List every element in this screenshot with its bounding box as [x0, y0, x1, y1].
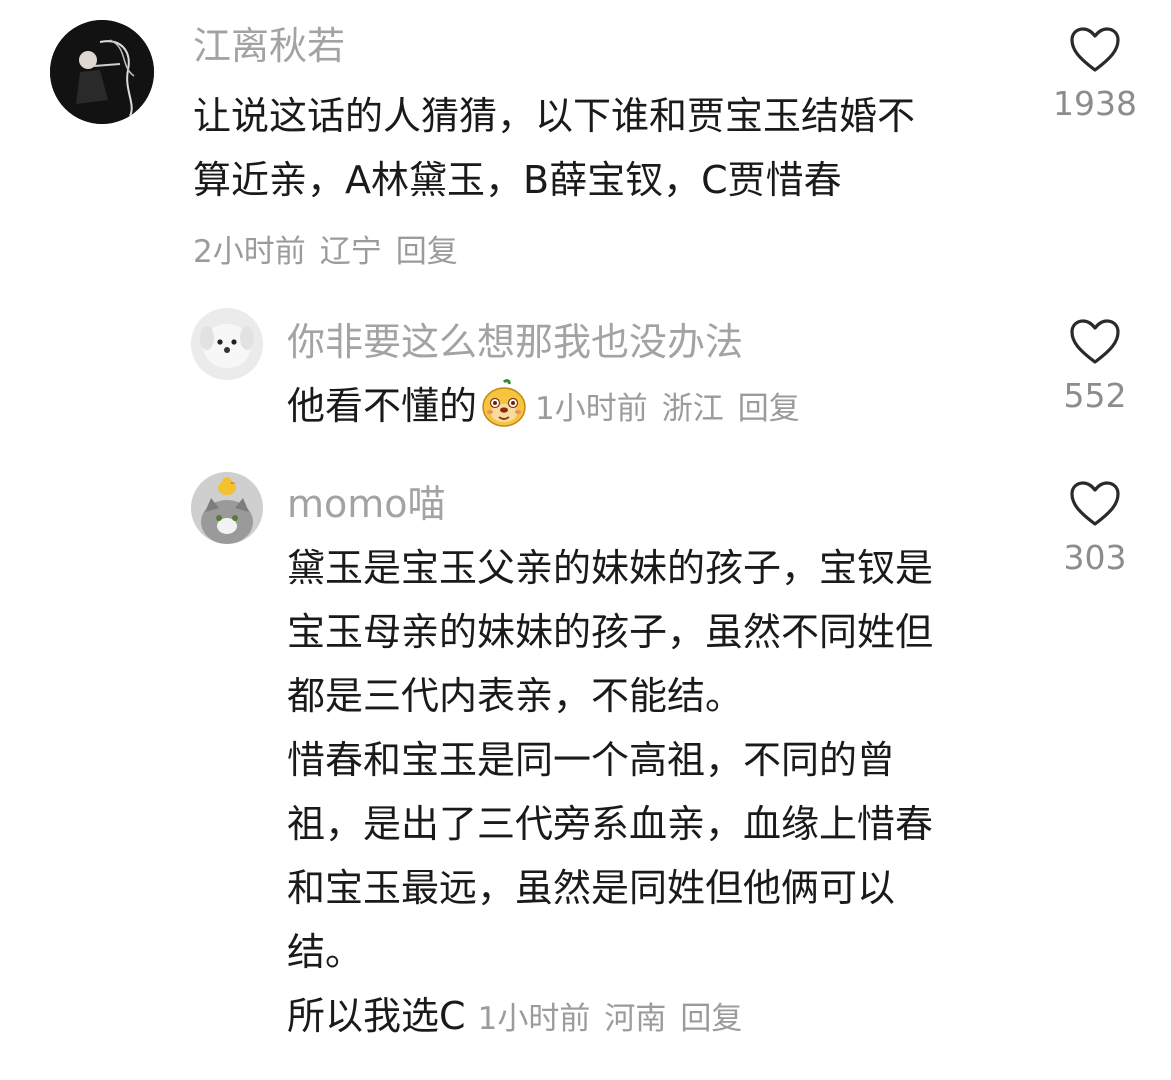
comment-author[interactable]: 江离秋若: [193, 22, 345, 70]
comment-meta: 1小时前 浙江 回复: [535, 391, 814, 427]
avatar-image-icon: [50, 20, 154, 124]
comment-line: 所以我选C: [287, 994, 466, 1038]
comment-line: 宝玉母亲的妹妹的孩子，虽然不同姓但: [287, 610, 934, 654]
comment-location: 浙江: [661, 391, 724, 427]
like-count: 303: [1063, 538, 1127, 577]
like-button[interactable]: 303: [1040, 480, 1150, 578]
comment-text: 他看不懂的 1小时前 浙江 回复: [287, 374, 1047, 441]
like-count: 552: [1063, 376, 1127, 415]
comment-line: 惜春和宝玉是同一个高祖，不同的曾: [287, 738, 896, 782]
avatar[interactable]: [50, 20, 154, 124]
avatar-cat-icon: [191, 472, 263, 544]
comment-time: 1小时前: [477, 1001, 591, 1037]
heart-icon[interactable]: [1069, 480, 1121, 528]
comment-meta: 2小时前 辽宁 回复: [193, 226, 472, 271]
comment-text: 让说这话的人猜猜，以下谁和贾宝玉结婚不 算近亲，A林黛玉，B薛宝钗，C贾惜春: [193, 94, 916, 202]
comment-meta: 1小时前 河南 回复: [478, 1001, 757, 1037]
avatar[interactable]: [191, 308, 263, 380]
avatar[interactable]: [191, 472, 263, 544]
comment-line: 结。: [287, 930, 364, 974]
comment-line: 祖，是出了三代旁系血亲，血缘上惜春: [287, 802, 934, 846]
comment-author[interactable]: 你非要这么想那我也没办法: [287, 318, 743, 366]
reply-button[interactable]: 回复: [396, 234, 458, 270]
doge-emoji-icon: [482, 379, 526, 427]
comment-location: 河南: [604, 1001, 667, 1037]
like-button[interactable]: 552: [1040, 318, 1150, 416]
comment-line: 黛玉是宝玉父亲的妹妹的孩子，宝钗是: [287, 546, 934, 590]
like-button[interactable]: 1938: [1040, 26, 1150, 124]
avatar-dog-icon: [191, 308, 263, 380]
heart-icon[interactable]: [1069, 26, 1121, 74]
comment-line: 和宝玉最远，虽然是同姓但他俩可以: [287, 866, 896, 910]
comment-line: 都是三代内表亲，不能结。: [287, 674, 744, 718]
reply-button[interactable]: 回复: [680, 1001, 742, 1037]
comment-last-line: 所以我选C 1小时前 河南 回复: [287, 984, 1047, 1051]
comment-text-content: 他看不懂的: [287, 384, 478, 428]
comment-location: 辽宁: [319, 234, 382, 270]
reply-button[interactable]: 回复: [738, 391, 800, 427]
like-count: 1938: [1053, 84, 1137, 123]
heart-icon[interactable]: [1069, 318, 1121, 366]
comment-time: 1小时前: [535, 391, 648, 427]
comment-text: 黛玉是宝玉父亲的妹妹的孩子，宝钗是 宝玉母亲的妹妹的孩子，虽然不同姓但 都是三代…: [287, 536, 1047, 1051]
comment-time: 2小时前: [193, 234, 306, 270]
comment-author[interactable]: momo喵: [287, 480, 446, 528]
